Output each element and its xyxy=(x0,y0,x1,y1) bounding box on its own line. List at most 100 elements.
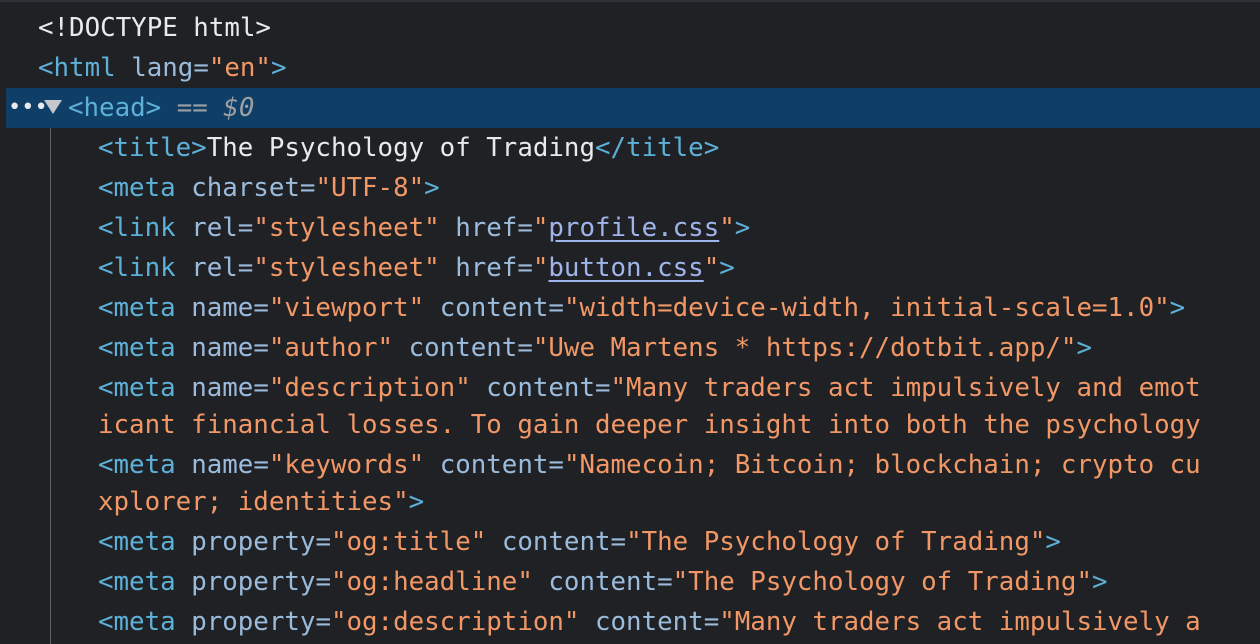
button-css-link[interactable]: button.css xyxy=(548,253,703,283)
description-name-value[interactable]: "description" xyxy=(269,373,471,403)
author-name-value[interactable]: "author" xyxy=(269,333,393,363)
tag-close-bracket: > xyxy=(1045,527,1061,557)
expand-triangle-icon[interactable] xyxy=(44,100,62,114)
meta-open-tag: <meta xyxy=(98,173,176,203)
equals-sign: = xyxy=(237,213,254,243)
viewport-content-value[interactable]: "width=device-width, initial-scale=1.0" xyxy=(564,293,1170,323)
equals-sign: = xyxy=(253,333,269,363)
head-tag: <head> xyxy=(68,93,162,123)
author-content-value[interactable]: "Uwe Martens * https://dotbit.app/" xyxy=(533,333,1077,363)
og-title-content-value[interactable]: "The Psychology of Trading" xyxy=(626,527,1045,557)
link-button-node[interactable]: <link rel="stylesheet" href="button.css"… xyxy=(98,248,735,288)
meta-description-node[interactable]: <meta name="description" content="Many t… xyxy=(98,368,1201,408)
href-attr: href xyxy=(455,213,518,243)
property-attr: property xyxy=(191,607,316,637)
meta-open-tag: <meta xyxy=(98,567,176,597)
html-node[interactable]: <html lang="en"> xyxy=(38,48,287,88)
keywords-content-value[interactable]: "Namecoin; Bitcoin; blockchain; crypto c… xyxy=(564,450,1201,480)
html-open-tag: <html xyxy=(38,53,116,83)
link-open-tag: <link xyxy=(98,253,176,283)
og-headline-content-value[interactable]: "The Psychology of Trading" xyxy=(673,567,1092,597)
title-text[interactable]: The Psychology of Trading xyxy=(207,133,595,163)
console-ref-label: == $0 xyxy=(176,93,255,123)
meta-keywords-node[interactable]: <meta name="keywords" content="Namecoin;… xyxy=(98,445,1201,485)
content-attr: content xyxy=(408,333,518,363)
meta-author-node[interactable]: <meta name="author" content="Uwe Martens… xyxy=(98,328,1092,368)
meta-og-description-node[interactable]: <meta property="og:description" content=… xyxy=(98,602,1201,642)
content-attr: content xyxy=(486,373,595,403)
link-open-tag: <link xyxy=(98,213,176,243)
profile-css-link[interactable]: profile.css xyxy=(548,213,719,243)
equals-sign: = xyxy=(548,450,564,480)
equals-sign: = xyxy=(703,607,720,637)
name-attr: name xyxy=(191,450,254,480)
meta-open-tag: <meta xyxy=(98,607,176,637)
doctype-text: <!DOCTYPE html> xyxy=(38,13,271,43)
rel-attr: rel xyxy=(191,253,238,283)
equals-sign: = xyxy=(517,253,533,283)
rel-value[interactable]: "stylesheet" xyxy=(253,253,439,283)
name-attr: name xyxy=(191,333,254,363)
rel-value[interactable]: "stylesheet" xyxy=(253,213,439,243)
description-content-continued[interactable]: icant financial losses. To gain deeper i… xyxy=(98,410,1201,440)
content-attr: content xyxy=(548,567,658,597)
indent-guide xyxy=(50,128,51,644)
charset-value[interactable]: "UTF-8" xyxy=(315,173,424,203)
meta-description-wrap: icant financial losses. To gain deeper i… xyxy=(98,405,1201,445)
tag-close-bracket: > xyxy=(734,213,751,243)
equals-sign: = xyxy=(253,450,269,480)
equals-sign: = xyxy=(299,173,316,203)
tag-close-bracket: > xyxy=(1076,333,1092,363)
title-node[interactable]: <title>The Psychology of Trading</title> xyxy=(98,128,719,168)
title-open-tag: <title> xyxy=(98,133,207,163)
link-profile-node[interactable]: <link rel="stylesheet" href="profile.css… xyxy=(98,208,750,248)
equals-sign: = xyxy=(657,567,673,597)
equals-sign: = xyxy=(193,53,209,83)
dots-label: ••• xyxy=(8,95,48,120)
meta-charset-node[interactable]: <meta charset="UTF-8"> xyxy=(98,168,440,208)
description-content-value[interactable]: "Many traders act impulsively and emot xyxy=(611,373,1201,403)
quote-mark: " xyxy=(719,213,735,243)
property-attr: property xyxy=(191,527,316,557)
charset-attr: charset xyxy=(191,173,300,203)
tag-close-bracket: > xyxy=(1092,567,1108,597)
more-options-icon[interactable]: ••• xyxy=(8,88,48,128)
equals-sign: = xyxy=(548,293,564,323)
equals-sign: = xyxy=(253,373,269,403)
og-description-content-value[interactable]: "Many traders act impulsively a xyxy=(719,607,1200,637)
tag-close-bracket: > xyxy=(719,253,735,283)
quote-mark: " xyxy=(703,253,720,283)
meta-og-headline-node[interactable]: <meta property="og:headline" content="Th… xyxy=(98,562,1108,602)
keywords-name-value[interactable]: "keywords" xyxy=(269,450,424,480)
equals-sign: = xyxy=(315,607,331,637)
meta-viewport-node[interactable]: <meta name="viewport" content="width=dev… xyxy=(98,288,1185,328)
head-node[interactable]: <head> == $0 xyxy=(68,88,254,128)
content-attr: content xyxy=(595,607,704,637)
tag-close-bracket: > xyxy=(408,487,425,517)
tag-close-bracket: > xyxy=(1169,293,1186,323)
tag-close-bracket: > xyxy=(270,53,287,83)
meta-og-title-node[interactable]: <meta property="og:title" content="The P… xyxy=(98,522,1061,562)
meta-open-tag: <meta xyxy=(98,527,176,557)
equals-sign: = xyxy=(517,213,533,243)
meta-open-tag: <meta xyxy=(98,450,176,480)
og-headline-property-value[interactable]: "og:headline" xyxy=(331,567,533,597)
og-title-property-value[interactable]: "og:title" xyxy=(331,527,486,557)
equals-sign: = xyxy=(237,253,254,283)
href-attr: href xyxy=(455,253,518,283)
equals-sign: = xyxy=(595,373,611,403)
equals-sign: = xyxy=(315,567,331,597)
html-lang-value[interactable]: "en" xyxy=(209,53,271,83)
equals-sign: = xyxy=(253,293,269,323)
content-attr: content xyxy=(439,293,549,323)
quote-mark: " xyxy=(532,253,549,283)
og-description-property-value[interactable]: "og:description" xyxy=(331,607,580,637)
html-lang-attr: lang xyxy=(131,53,194,83)
keywords-content-continued[interactable]: xplorer; identities" xyxy=(98,487,409,517)
equals-sign: = xyxy=(517,333,533,363)
doctype-node[interactable]: <!DOCTYPE html> xyxy=(38,8,271,48)
tag-close-bracket: > xyxy=(424,173,440,203)
meta-open-tag: <meta xyxy=(98,293,176,323)
viewport-name-value[interactable]: "viewport" xyxy=(269,293,424,323)
title-close-tag: </title> xyxy=(595,133,720,163)
